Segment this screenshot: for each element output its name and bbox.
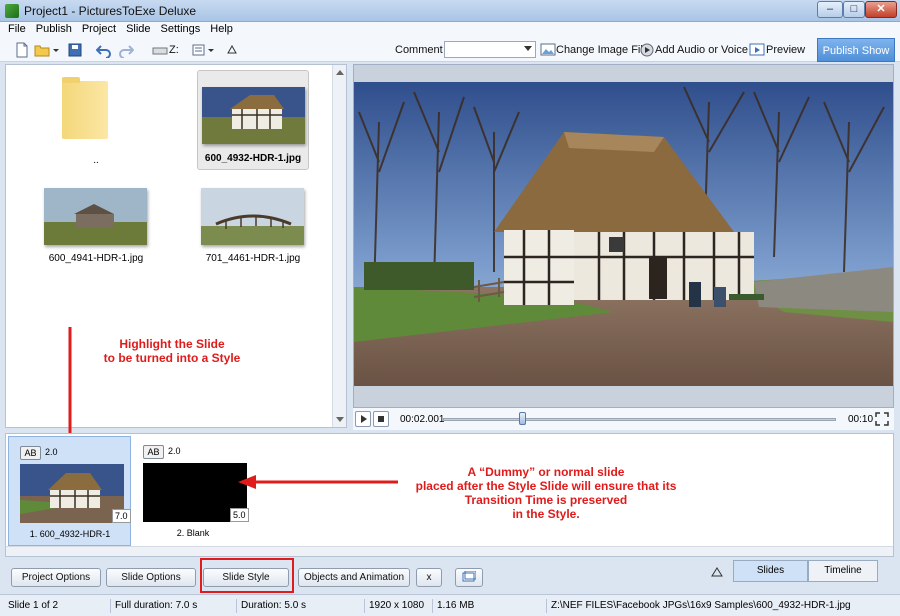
view-dropdown-icon[interactable] xyxy=(207,42,215,58)
save-icon[interactable] xyxy=(67,42,83,58)
preview-pane xyxy=(353,64,894,408)
status-bar: Slide 1 of 2 Full duration: 7.0 s Durati… xyxy=(0,594,900,616)
file-item-selected[interactable]: 600_4932-HDR-1.jpg xyxy=(197,70,309,170)
file-name: 600_4932-HDR-1.jpg xyxy=(204,153,302,164)
slideshow-icon xyxy=(462,570,477,582)
slides-scrollbar[interactable] xyxy=(6,546,893,556)
play-icon[interactable] xyxy=(355,411,371,427)
annotation-dummy-slide: A “Dummy” or normal slide placed after t… xyxy=(415,465,677,521)
status-duration: Duration: 5.0 s xyxy=(236,599,306,613)
maximize-button[interactable]: □ xyxy=(843,1,865,18)
transition-badge[interactable]: AB xyxy=(20,446,41,460)
slide-duration: 7.0 xyxy=(112,509,131,523)
status-path: Z:\NEF FILES\Facebook JPGs\16x9 Samples\… xyxy=(546,599,851,613)
annotation-highlight: Highlight the Slide to be turned into a … xyxy=(103,337,241,365)
change-image-button[interactable]: Change Image File xyxy=(556,44,649,56)
status-resolution: 1920 x 1080 xyxy=(364,599,424,613)
view-mode-icon[interactable] xyxy=(192,42,208,58)
slide-options-button[interactable]: Slide Options xyxy=(106,568,196,587)
tab-slides[interactable]: Slides xyxy=(733,560,808,582)
add-audio-button[interactable]: Add Audio or Voice xyxy=(655,44,748,56)
timeline-slider-handle[interactable] xyxy=(518,412,526,425)
folder-icon xyxy=(62,77,108,139)
file-browser: .. 600_4932-HDR-1.jpg 600_4941-HDR-1.jpg xyxy=(5,64,347,449)
slide-caption: 2. Blank xyxy=(176,528,210,538)
slide-card-2[interactable]: AB 2.0 5.0 2. Blank xyxy=(132,436,255,546)
change-image-icon[interactable] xyxy=(540,42,556,58)
scroll-down-icon[interactable] xyxy=(336,417,344,422)
title-bar: Project1 - PicturesToExe Deluxe – □ ✕ xyxy=(0,0,900,22)
open-folder-icon[interactable] xyxy=(34,42,50,58)
tab-timeline[interactable]: Timeline xyxy=(808,560,878,582)
window-title: Project1 - PicturesToExe Deluxe xyxy=(24,4,197,18)
menu-publish[interactable]: Publish xyxy=(31,22,77,35)
toolbar: Z: Comment Change Image File Add Audio o… xyxy=(0,38,900,62)
file-name: 600_4941-HDR-1.jpg xyxy=(48,253,144,264)
player-controls: 00:02.001 00:10 xyxy=(353,408,894,430)
annotation-arrow-left-icon xyxy=(238,475,398,489)
drive-label[interactable]: Z: xyxy=(169,44,179,56)
transition-duration: 2.0 xyxy=(45,447,58,457)
drive-icon[interactable] xyxy=(152,42,168,58)
add-audio-icon[interactable] xyxy=(639,42,655,58)
triangle-up-icon[interactable] xyxy=(224,42,240,58)
comment-label: Comment xyxy=(395,44,443,56)
file-browser-scrollbar[interactable] xyxy=(332,65,346,427)
comment-dropdown-icon[interactable] xyxy=(524,46,532,51)
menu-slide[interactable]: Slide xyxy=(121,22,155,35)
menu-project[interactable]: Project xyxy=(77,22,121,35)
file-name: 701_4461-HDR-1.jpg xyxy=(205,253,301,264)
slide-card-1[interactable]: AB 2.0 7.0 1. 600_4932-HDR-1 xyxy=(8,436,131,546)
scroll-up-icon[interactable] xyxy=(336,70,344,75)
minimize-button[interactable]: – xyxy=(817,1,843,18)
slide-thumbnail xyxy=(20,464,124,523)
x-button[interactable]: x xyxy=(416,568,442,587)
slideshow-icon-button[interactable] xyxy=(455,568,483,587)
timeline-slider[interactable] xyxy=(443,418,836,421)
transition-duration: 2.0 xyxy=(168,446,181,456)
close-button[interactable]: ✕ xyxy=(865,1,897,18)
chevron-down-icon[interactable] xyxy=(52,42,60,58)
status-full-duration: Full duration: 7.0 s xyxy=(110,599,197,613)
file-thumbnail xyxy=(202,87,305,144)
publish-show-button[interactable]: Publish Show xyxy=(817,38,895,62)
file-thumbnail xyxy=(201,188,304,245)
preview-icon[interactable] xyxy=(749,42,765,58)
slide-duration: 5.0 xyxy=(230,508,249,522)
preview-button[interactable]: Preview xyxy=(766,44,805,56)
slide-caption: 1. 600_4932-HDR-1 xyxy=(29,529,111,539)
stop-icon[interactable] xyxy=(373,411,389,427)
file-thumbnail xyxy=(44,188,147,245)
file-item-parent-folder[interactable]: .. xyxy=(36,71,156,171)
redo-icon[interactable] xyxy=(118,42,134,58)
project-options-button[interactable]: Project Options xyxy=(11,568,101,587)
objects-animation-button[interactable]: Objects and Animation xyxy=(298,568,410,587)
fullscreen-icon[interactable] xyxy=(875,412,889,426)
menu-help[interactable]: Help xyxy=(205,22,238,35)
file-item[interactable]: 600_4941-HDR-1.jpg xyxy=(41,185,151,265)
collapse-up-icon[interactable] xyxy=(711,567,723,577)
status-slide: Slide 1 of 2 xyxy=(8,600,59,611)
total-time: 00:10 xyxy=(848,414,874,425)
annotation-highlight-box xyxy=(200,558,294,593)
file-item[interactable]: 701_4461-HDR-1.jpg xyxy=(198,185,308,265)
new-file-icon[interactable] xyxy=(14,42,30,58)
undo-icon[interactable] xyxy=(96,42,112,58)
slides-strip: AB 2.0 7.0 1. 600_4932-HDR-1 AB 2.0 5.0 … xyxy=(5,433,894,557)
menu-settings[interactable]: Settings xyxy=(156,22,206,35)
transition-badge[interactable]: AB xyxy=(143,445,164,459)
app-icon xyxy=(5,4,19,18)
file-name: .. xyxy=(93,155,99,166)
status-size: 1.16 MB xyxy=(432,599,474,613)
comment-input[interactable] xyxy=(444,41,536,58)
menu-file[interactable]: File xyxy=(0,22,31,35)
menu-bar: File Publish Project Slide Settings Help xyxy=(0,22,900,38)
preview-image xyxy=(354,82,893,386)
current-time: 00:02.001 xyxy=(400,414,445,425)
